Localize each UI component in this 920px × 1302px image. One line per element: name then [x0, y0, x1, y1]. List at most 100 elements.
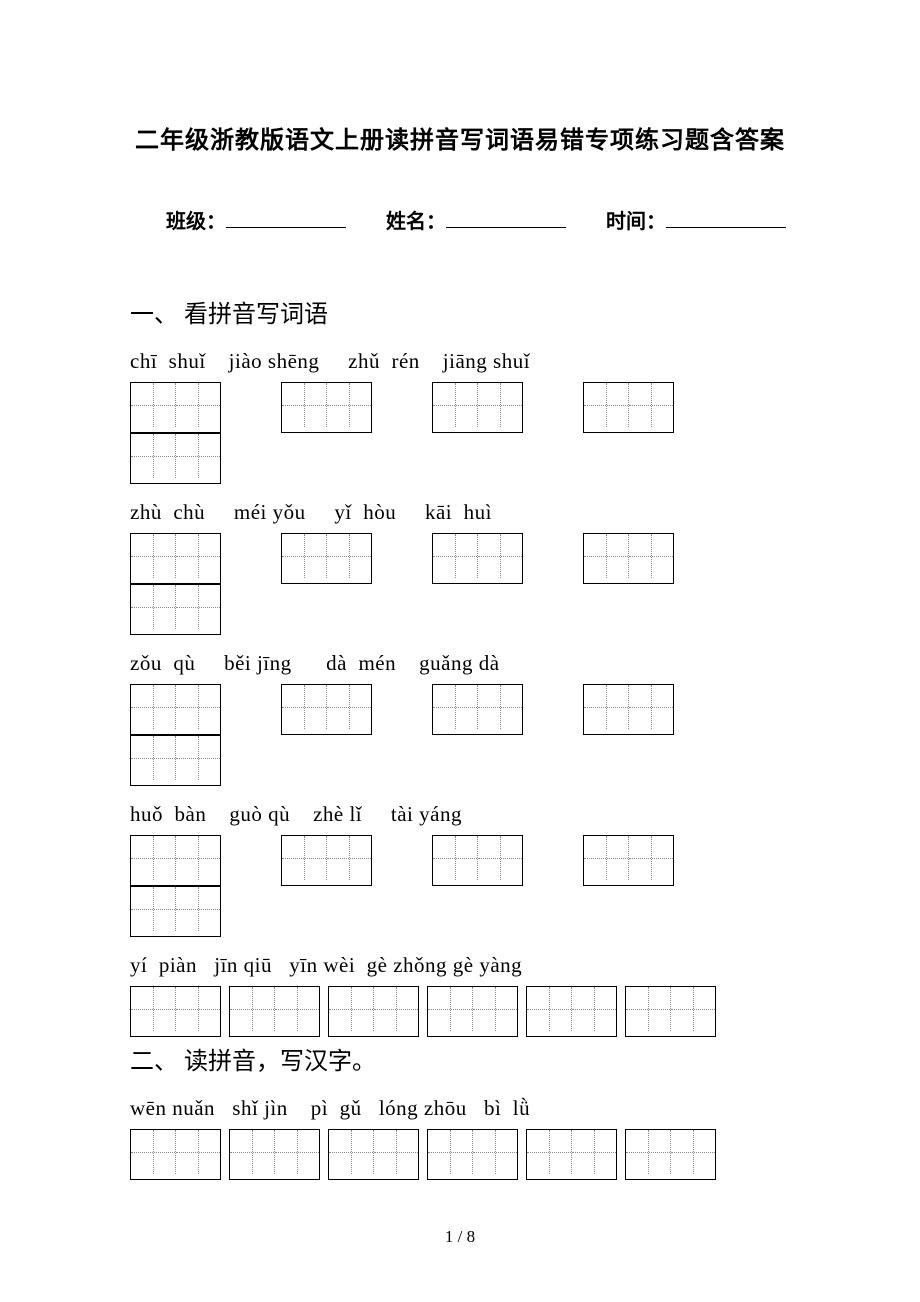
tianzi-grid[interactable] — [281, 684, 372, 735]
hanzi-cell[interactable] — [671, 987, 715, 1031]
hanzi-cell[interactable] — [478, 383, 522, 427]
name-blank[interactable] — [446, 209, 566, 228]
hanzi-cell[interactable] — [473, 987, 517, 1031]
hanzi-cell[interactable] — [671, 1130, 715, 1174]
hanzi-cell[interactable] — [327, 685, 371, 729]
tianzi-grid[interactable] — [130, 533, 221, 584]
tianzi-grid[interactable] — [583, 533, 674, 584]
hanzi-cell[interactable] — [572, 1130, 616, 1174]
tianzi-grid[interactable] — [130, 684, 221, 735]
hanzi-cell[interactable] — [584, 836, 629, 880]
tianzi-grid[interactable] — [281, 835, 372, 886]
tianzi-grid[interactable] — [130, 735, 221, 786]
hanzi-cell[interactable] — [327, 836, 371, 880]
time-blank[interactable] — [666, 209, 786, 228]
hanzi-cell[interactable] — [176, 685, 220, 729]
hanzi-cell[interactable] — [131, 383, 176, 427]
hanzi-cell[interactable] — [176, 434, 220, 478]
hanzi-cell[interactable] — [275, 987, 319, 1031]
meta-row: 班级： 姓名： 时间： — [166, 205, 790, 234]
hanzi-cell[interactable] — [282, 383, 327, 427]
tianzi-grid[interactable] — [130, 584, 221, 635]
tianzi-grid[interactable] — [432, 382, 523, 433]
hanzi-cell[interactable] — [374, 987, 418, 1031]
tianzi-grid[interactable] — [526, 1129, 617, 1180]
hanzi-cell[interactable] — [433, 836, 478, 880]
tianzi-grid[interactable] — [432, 533, 523, 584]
hanzi-cell[interactable] — [478, 534, 522, 578]
hanzi-cell[interactable] — [282, 685, 327, 729]
tianzi-grid[interactable] — [526, 986, 617, 1037]
tianzi-grid[interactable] — [583, 382, 674, 433]
hanzi-cell[interactable] — [626, 1130, 671, 1174]
hanzi-cell[interactable] — [176, 887, 220, 931]
tianzi-grid[interactable] — [427, 986, 518, 1037]
hanzi-cell[interactable] — [275, 1130, 319, 1174]
hanzi-cell[interactable] — [176, 736, 220, 780]
tianzi-grid[interactable] — [229, 986, 320, 1037]
hanzi-cell[interactable] — [572, 987, 616, 1031]
tianzi-grid[interactable] — [583, 684, 674, 735]
hanzi-cell[interactable] — [428, 1130, 473, 1174]
tianzi-grid[interactable] — [328, 1129, 419, 1180]
hanzi-cell[interactable] — [329, 987, 374, 1031]
hanzi-cell[interactable] — [131, 685, 176, 729]
tianzi-grid[interactable] — [281, 382, 372, 433]
tianzi-grid[interactable] — [130, 835, 221, 886]
hanzi-cell[interactable] — [584, 534, 629, 578]
hanzi-cell[interactable] — [131, 434, 176, 478]
hanzi-cell[interactable] — [584, 685, 629, 729]
tianzi-grid[interactable] — [281, 533, 372, 584]
tianzi-grid[interactable] — [427, 1129, 518, 1180]
hanzi-cell[interactable] — [282, 836, 327, 880]
hanzi-cell[interactable] — [131, 836, 176, 880]
hanzi-cell[interactable] — [629, 383, 673, 427]
hanzi-cell[interactable] — [584, 383, 629, 427]
hanzi-cell[interactable] — [527, 987, 572, 1031]
hanzi-cell[interactable] — [230, 1130, 275, 1174]
hanzi-cell[interactable] — [282, 534, 327, 578]
hanzi-cell[interactable] — [131, 585, 176, 629]
hanzi-cell[interactable] — [176, 383, 220, 427]
tianzi-grid[interactable] — [229, 1129, 320, 1180]
hanzi-cell[interactable] — [527, 1130, 572, 1174]
hanzi-cell[interactable] — [428, 987, 473, 1031]
hanzi-cell[interactable] — [478, 685, 522, 729]
hanzi-cell[interactable] — [131, 1130, 176, 1174]
hanzi-cell[interactable] — [327, 534, 371, 578]
hanzi-cell[interactable] — [131, 887, 176, 931]
tianzi-grid[interactable] — [130, 1129, 221, 1180]
tianzi-grid[interactable] — [625, 1129, 716, 1180]
hanzi-cell[interactable] — [629, 836, 673, 880]
hanzi-cell[interactable] — [131, 987, 176, 1031]
class-blank[interactable] — [226, 209, 346, 228]
hanzi-cell[interactable] — [131, 736, 176, 780]
hanzi-cell[interactable] — [374, 1130, 418, 1174]
tianzi-grid[interactable] — [130, 886, 221, 937]
tianzi-grid[interactable] — [432, 835, 523, 886]
hanzi-cell[interactable] — [176, 1130, 220, 1174]
hanzi-cell[interactable] — [629, 685, 673, 729]
hanzi-cell[interactable] — [176, 987, 220, 1031]
hanzi-cell[interactable] — [131, 534, 176, 578]
hanzi-cell[interactable] — [230, 987, 275, 1031]
hanzi-cell[interactable] — [433, 383, 478, 427]
tianzi-grid[interactable] — [432, 684, 523, 735]
tianzi-grid[interactable] — [583, 835, 674, 886]
hanzi-cell[interactable] — [626, 987, 671, 1031]
hanzi-cell[interactable] — [176, 534, 220, 578]
hanzi-cell[interactable] — [433, 685, 478, 729]
tianzi-grid[interactable] — [328, 986, 419, 1037]
hanzi-cell[interactable] — [433, 534, 478, 578]
tianzi-grid[interactable] — [130, 382, 221, 433]
hanzi-cell[interactable] — [629, 534, 673, 578]
hanzi-cell[interactable] — [327, 383, 371, 427]
hanzi-cell[interactable] — [473, 1130, 517, 1174]
hanzi-cell[interactable] — [478, 836, 522, 880]
tianzi-grid[interactable] — [130, 433, 221, 484]
hanzi-cell[interactable] — [176, 585, 220, 629]
tianzi-grid[interactable] — [130, 986, 221, 1037]
hanzi-cell[interactable] — [329, 1130, 374, 1174]
tianzi-grid[interactable] — [625, 986, 716, 1037]
hanzi-cell[interactable] — [176, 836, 220, 880]
